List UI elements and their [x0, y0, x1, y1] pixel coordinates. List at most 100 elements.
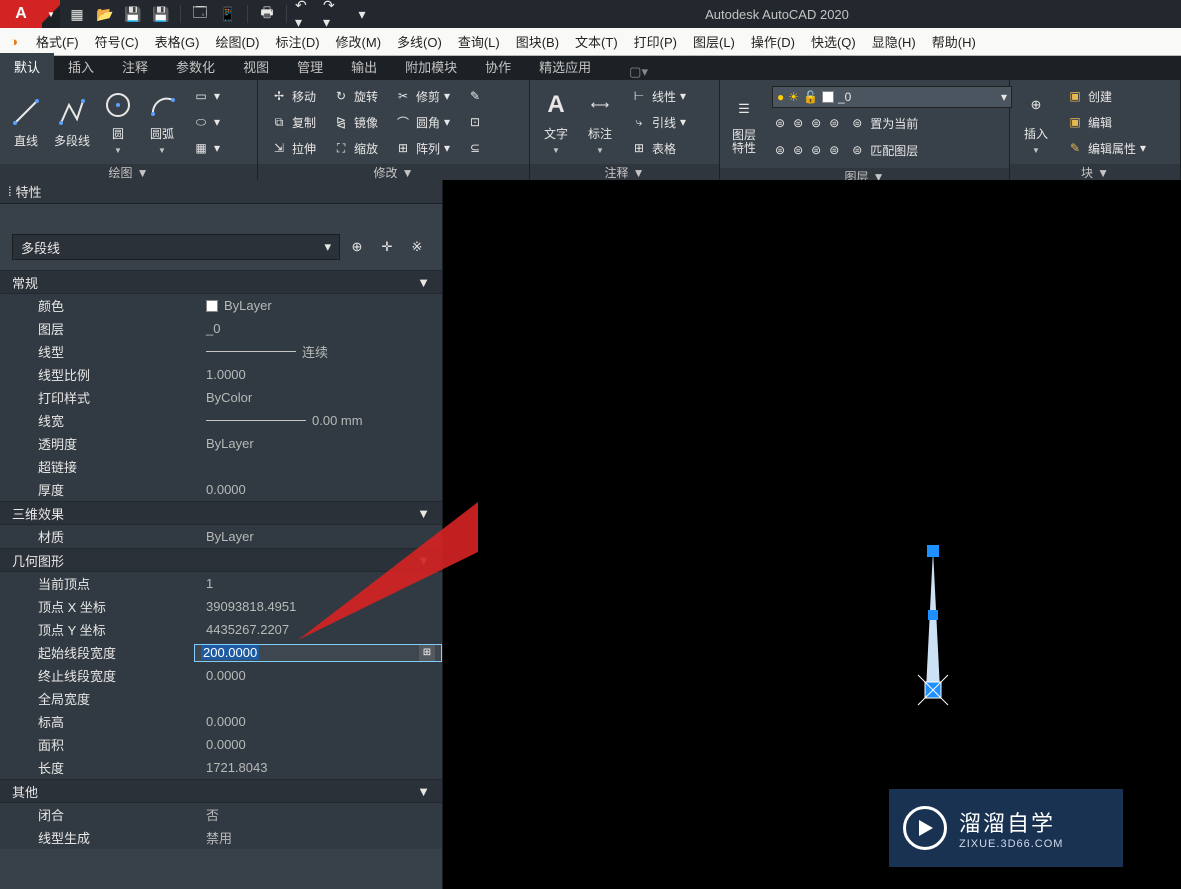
menu-dimension[interactable]: 标注(D)	[267, 32, 327, 51]
menu-symbol[interactable]: 符号(C)	[87, 32, 147, 51]
layer-make-current[interactable]: ⊜置为当前	[844, 111, 922, 135]
qat-mobile-icon[interactable]: 📱	[217, 3, 239, 25]
prop-value[interactable]: 4435267.2207	[194, 622, 442, 637]
insert-block-button[interactable]: ⊕ 插入 ▼	[1018, 87, 1054, 157]
hatch-button[interactable]: ▦▾	[188, 136, 224, 160]
prop-value[interactable]: ByColor	[194, 390, 442, 405]
menu-table[interactable]: 表格(G)	[147, 32, 208, 51]
object-type-dropdown[interactable]: 多段线▾	[12, 234, 340, 260]
ribbon-tab-parametric[interactable]: 参数化	[162, 53, 229, 80]
prop-value[interactable]: 1721.8043	[194, 760, 442, 775]
create-block-button[interactable]: ▣创建	[1062, 84, 1150, 108]
prop-group-3d-header[interactable]: 三维效果▼	[0, 501, 442, 525]
menu-qselect[interactable]: 快选(Q)	[803, 32, 864, 51]
prop-value[interactable]: 1	[194, 576, 442, 591]
menu-format[interactable]: 格式(F)	[28, 32, 87, 51]
panel-title-block[interactable]: 块 ▼	[1010, 164, 1180, 181]
edit-block-button[interactable]: ▣编辑	[1062, 110, 1150, 134]
fillet-button[interactable]: ⌒圆角 ▾	[390, 110, 454, 134]
menu-draw[interactable]: 绘图(D)	[207, 32, 267, 51]
offset-button[interactable]: ⊆	[462, 136, 488, 160]
table-button[interactable]: ⊞表格	[626, 136, 690, 160]
mirror-button[interactable]: ⧎镜像	[328, 110, 382, 134]
quick-select-icon[interactable]: ✛	[374, 234, 400, 260]
scale-button[interactable]: ⛶缩放	[328, 136, 382, 160]
ribbon-tab-manage[interactable]: 管理	[283, 53, 337, 80]
layer-properties-button[interactable]: ☰ 图层特性	[726, 91, 762, 157]
qat-save-icon[interactable]: 💾	[122, 3, 144, 25]
add-selection-icon[interactable]: ⊕	[344, 234, 370, 260]
prop-group-general-header[interactable]: 常规▼	[0, 270, 442, 294]
app-menu-arrow[interactable]: ▼	[42, 0, 60, 28]
move-button[interactable]: ✢移动	[266, 84, 320, 108]
menu-layer[interactable]: 图层(L)	[685, 32, 743, 51]
qat-undo-icon[interactable]: ↶ ▾	[295, 3, 317, 25]
prop-value[interactable]: 禁用	[194, 828, 442, 847]
layer-icon-1[interactable]: ⊜	[772, 111, 788, 135]
qat-redo-icon[interactable]: ↷ ▾	[323, 3, 345, 25]
menu-block[interactable]: 图块(B)	[508, 32, 567, 51]
qat-web-icon[interactable]: 🗔	[189, 3, 211, 25]
leader-button[interactable]: ⤷引线 ▾	[626, 110, 690, 134]
circle-button[interactable]: 圆 ▼	[100, 87, 136, 157]
menu-showhide[interactable]: 显隐(H)	[864, 32, 924, 51]
ribbon-tab-insert[interactable]: 插入	[54, 53, 108, 80]
ribbon-search[interactable]: ▢▾	[629, 64, 648, 80]
ellipse-button[interactable]: ⬭▾	[188, 110, 224, 134]
prop-value[interactable]: 1.0000	[194, 367, 442, 382]
layer-match[interactable]: ⊜匹配图层	[844, 138, 922, 162]
layer-dropdown[interactable]: ● ☀ 🔓 _0 ▾	[772, 86, 1012, 108]
ribbon-tab-default[interactable]: 默认	[0, 53, 54, 80]
layer-icon-3[interactable]: ⊜	[808, 111, 824, 135]
panel-title-annotate[interactable]: 注释 ▼	[530, 164, 719, 181]
prop-value[interactable]: 0.0000	[194, 714, 442, 729]
prop-value[interactable]: ByLayer	[194, 529, 442, 544]
qat-saveas-icon[interactable]: 💾	[150, 3, 172, 25]
prop-value[interactable]: 连续	[194, 342, 442, 361]
prop-value[interactable]: 39093818.4951	[194, 599, 442, 614]
menu-print[interactable]: 打印(P)	[626, 32, 685, 51]
trim-button[interactable]: ✂修剪 ▾	[390, 84, 454, 108]
layer-icon-4[interactable]: ⊜	[826, 111, 842, 135]
qat-open-icon[interactable]: 📂	[94, 3, 116, 25]
calculator-icon[interactable]: ⊞	[419, 645, 435, 661]
menu-text[interactable]: 文本(T)	[567, 32, 626, 51]
menu-query[interactable]: 查询(L)	[450, 32, 508, 51]
drawing-area[interactable]: 溜溜自学 ZIXUE.3D66.COM	[443, 180, 1181, 889]
pickadd-icon[interactable]: ※	[404, 234, 430, 260]
prop-value[interactable]: 0.0000	[194, 737, 442, 752]
prop-group-geometry-header[interactable]: 几何图形▼	[0, 548, 442, 572]
grip-mid[interactable]	[928, 610, 938, 620]
layer-icon-5[interactable]: ⊜	[772, 138, 788, 162]
layer-icon-7[interactable]: ⊜	[808, 138, 824, 162]
qat-more-arrow[interactable]: ▾	[351, 3, 373, 25]
line-button[interactable]: 直线	[8, 94, 44, 151]
menu-help[interactable]: 帮助(H)	[924, 32, 984, 51]
linear-button[interactable]: ⊢线性 ▾	[626, 84, 690, 108]
menu-modify[interactable]: 修改(M)	[328, 32, 390, 51]
ribbon-tab-addons[interactable]: 附加模块	[391, 53, 471, 80]
polyline-button[interactable]: 多段线	[52, 94, 92, 151]
menu-operate[interactable]: 操作(D)	[743, 32, 803, 51]
prop-value[interactable]: 0.0000	[194, 482, 442, 497]
ribbon-tab-view[interactable]: 视图	[229, 53, 283, 80]
panel-title-draw[interactable]: 绘图 ▼	[0, 164, 257, 181]
array-button[interactable]: ⊞阵列 ▾	[390, 136, 454, 160]
qat-print-icon[interactable]: 🖶	[256, 3, 278, 25]
ribbon-tab-featured[interactable]: 精选应用	[525, 53, 605, 80]
app-logo[interactable]: A	[0, 0, 42, 28]
ribbon-tab-annotate[interactable]: 注释	[108, 53, 162, 80]
stretch-button[interactable]: ⇲拉伸	[266, 136, 320, 160]
prop-value[interactable]: 200.0000⊞	[194, 644, 442, 662]
prop-value[interactable]: ByLayer	[194, 436, 442, 451]
edit-attr-button[interactable]: ✎编辑属性 ▾	[1062, 136, 1150, 160]
dimension-button[interactable]: ⟷ 标注 ▼	[582, 87, 618, 157]
rotate-button[interactable]: ↻旋转	[328, 84, 382, 108]
prop-value[interactable]: 0.0000	[194, 668, 442, 683]
layer-icon-2[interactable]: ⊜	[790, 111, 806, 135]
ribbon-tab-collab[interactable]: 协作	[471, 53, 525, 80]
explode-button[interactable]: ⊡	[462, 110, 488, 134]
grip-start[interactable]	[927, 545, 939, 557]
prop-value[interactable]: 否	[194, 805, 442, 824]
prop-value[interactable]: _0	[194, 321, 442, 336]
